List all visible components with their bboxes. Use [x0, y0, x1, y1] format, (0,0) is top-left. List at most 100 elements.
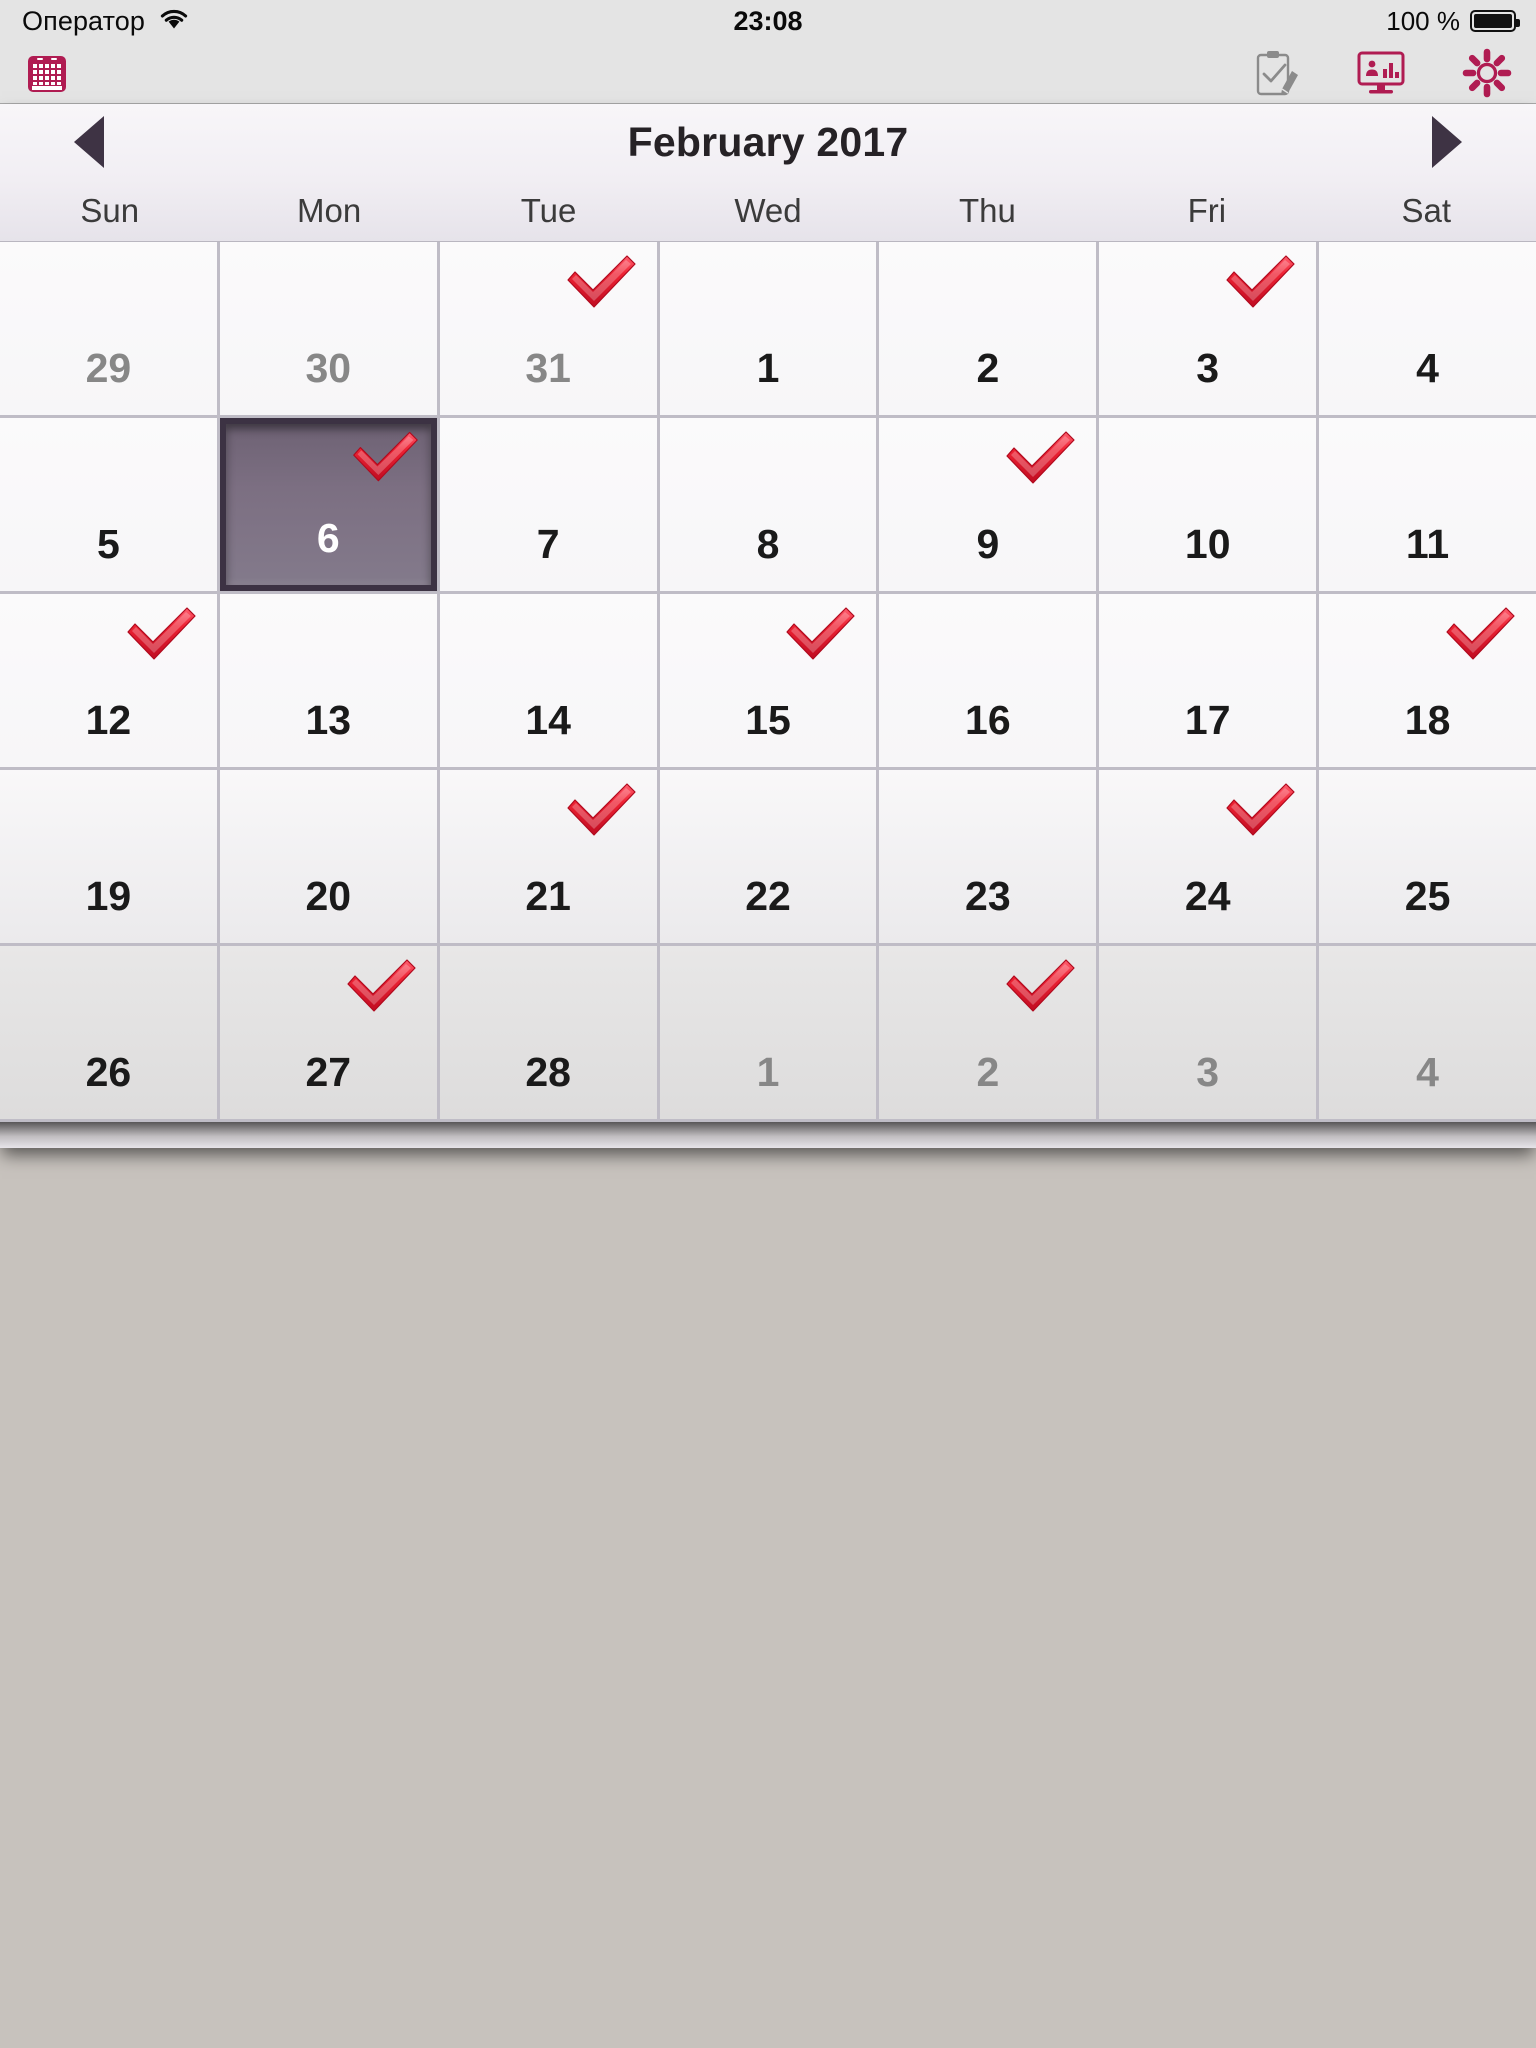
checkmark-icon: [563, 254, 639, 312]
calendar-day-cell[interactable]: 8: [659, 418, 877, 591]
next-month-button[interactable]: [1398, 104, 1496, 180]
calendar-day-cell[interactable]: 26: [0, 946, 217, 1119]
day-number: 2: [976, 345, 1000, 391]
day-number: 12: [85, 697, 132, 743]
day-number: 28: [525, 1049, 571, 1095]
checkmark-icon: [123, 606, 199, 664]
day-number: 27: [305, 1049, 352, 1095]
calendar-day-cell[interactable]: 12: [0, 594, 217, 767]
day-number: 7: [536, 521, 560, 567]
calendar-day-cell[interactable]: 30: [219, 242, 437, 415]
battery-full-icon: [1470, 10, 1520, 32]
day-number: 24: [1184, 873, 1231, 919]
calendar-day-cell[interactable]: 23: [879, 770, 1097, 943]
calendar-day-cell[interactable]: 9: [879, 418, 1097, 591]
calendar-panel: February 2017 Sun Mon Tue Wed Thu Fri Sat 29 30…: [0, 104, 1536, 1148]
calendar-day-cell[interactable]: 3: [1099, 946, 1317, 1119]
day-number: 5: [97, 521, 120, 567]
checkmark-icon: [563, 782, 639, 840]
day-number: 11: [1405, 521, 1450, 567]
app-toolbar: [0, 42, 1536, 104]
calendar-day-cell[interactable]: 18: [1319, 594, 1536, 767]
weekday-label-sun: Sun: [80, 191, 140, 229]
monitor-chart-icon[interactable]: [1356, 50, 1406, 96]
calendar-day-cell[interactable]: 1: [659, 242, 877, 415]
calendar-day-cell[interactable]: 11: [1319, 418, 1536, 591]
calendar-day-cell[interactable]: 2: [879, 946, 1097, 1119]
battery-percent-label: 100 %: [1386, 5, 1460, 36]
weekday-label-thu: Thu: [958, 191, 1016, 229]
day-number: 31: [525, 345, 571, 391]
checkmark-icon: [343, 958, 419, 1016]
calendar-day-cell[interactable]: 16: [879, 594, 1097, 767]
weekday-label-wed: Wed: [734, 191, 802, 229]
checkmark-icon: [1442, 606, 1518, 664]
calendar-day-cell[interactable]: 15: [659, 594, 877, 767]
calendar-day-cell[interactable]: 13: [219, 594, 437, 767]
day-number: 25: [1404, 873, 1451, 919]
checkmark-icon: [1222, 782, 1298, 840]
calendar-day-cell[interactable]: 7: [439, 418, 657, 591]
calendar-icon[interactable]: [26, 52, 68, 94]
clipboard-pencil-icon[interactable]: [1254, 49, 1300, 97]
chevron-right-icon: [1432, 116, 1462, 168]
calendar-day-cell[interactable]: 2: [879, 242, 1097, 415]
day-number: 19: [85, 873, 132, 919]
chevron-left-icon: [74, 116, 104, 168]
status-bar-left: Оператор: [22, 6, 189, 37]
day-number: 3: [1196, 345, 1220, 391]
calendar-header: February 2017: [0, 104, 1536, 180]
gear-icon[interactable]: [1462, 48, 1512, 98]
calendar-day-cell[interactable]: 21: [439, 770, 657, 943]
checkmark-icon: [1222, 254, 1298, 312]
calendar-day-cell[interactable]: 28: [439, 946, 657, 1119]
calendar-day-cell[interactable]: 29: [0, 242, 217, 415]
weekday-label-sat: Sat: [1401, 191, 1452, 229]
day-number: 21: [525, 873, 571, 919]
day-number: 14: [525, 697, 571, 743]
calendar-day-cell[interactable]: 1: [659, 946, 877, 1119]
day-number: 30: [305, 345, 352, 391]
day-number: 16: [965, 697, 1011, 743]
day-number: 3: [1196, 1049, 1220, 1095]
calendar-day-cell[interactable]: 31: [439, 242, 657, 415]
day-number: 1: [756, 345, 780, 391]
day-number: 1: [756, 1049, 780, 1095]
weekday-label-fri: Fri: [1187, 191, 1227, 229]
carrier-label: Оператор: [22, 5, 145, 36]
calendar-grid: 29 30 31 1 2 3 4 5 6 7 8 9 10 11 12 13 14 15 16 17 18 19 20 21 2…: [0, 242, 1536, 1122]
checkmark-icon: [1002, 430, 1078, 488]
weekday-label-tue: Tue: [520, 191, 577, 229]
day-number: 4: [1416, 345, 1439, 391]
calendar-day-cell[interactable]: 4: [1319, 946, 1536, 1119]
day-number: 4: [1416, 1049, 1439, 1095]
checkmark-icon: [349, 430, 421, 486]
calendar-day-cell[interactable]: 5: [0, 418, 217, 591]
weekday-label-mon: Mon: [297, 191, 362, 229]
day-number: 26: [85, 1049, 132, 1095]
calendar-day-cell[interactable]: 19: [0, 770, 217, 943]
checkmark-icon: [1002, 958, 1078, 1016]
status-bar-right: 100 %: [1386, 0, 1520, 42]
calendar-day-cell[interactable]: 3: [1099, 242, 1317, 415]
calendar-day-cell[interactable]: 22: [659, 770, 877, 943]
calendar-day-cell[interactable]: 10: [1099, 418, 1317, 591]
day-number: 18: [1404, 697, 1451, 743]
calendar-day-cell-selected[interactable]: 6: [219, 418, 437, 591]
calendar-day-cell[interactable]: 20: [219, 770, 437, 943]
wifi-icon: [159, 8, 189, 35]
calendar-day-cell[interactable]: 14: [439, 594, 657, 767]
calendar-day-cell[interactable]: 25: [1319, 770, 1536, 943]
status-bar-clock: 23:08: [733, 5, 803, 36]
day-number: 9: [976, 521, 1000, 567]
prev-month-button[interactable]: [40, 104, 138, 180]
calendar-day-cell[interactable]: 17: [1099, 594, 1317, 767]
calendar-day-cell[interactable]: 27: [219, 946, 437, 1119]
calendar-day-cell[interactable]: 4: [1319, 242, 1536, 415]
calendar-day-cell[interactable]: 24: [1099, 770, 1317, 943]
status-bar: Оператор 23:08 100 %: [0, 0, 1536, 42]
day-number: 22: [745, 873, 791, 919]
toolbar-actions: [1254, 42, 1512, 104]
day-number: 2: [976, 1049, 1000, 1095]
panel-shadow: [0, 1122, 1536, 1148]
